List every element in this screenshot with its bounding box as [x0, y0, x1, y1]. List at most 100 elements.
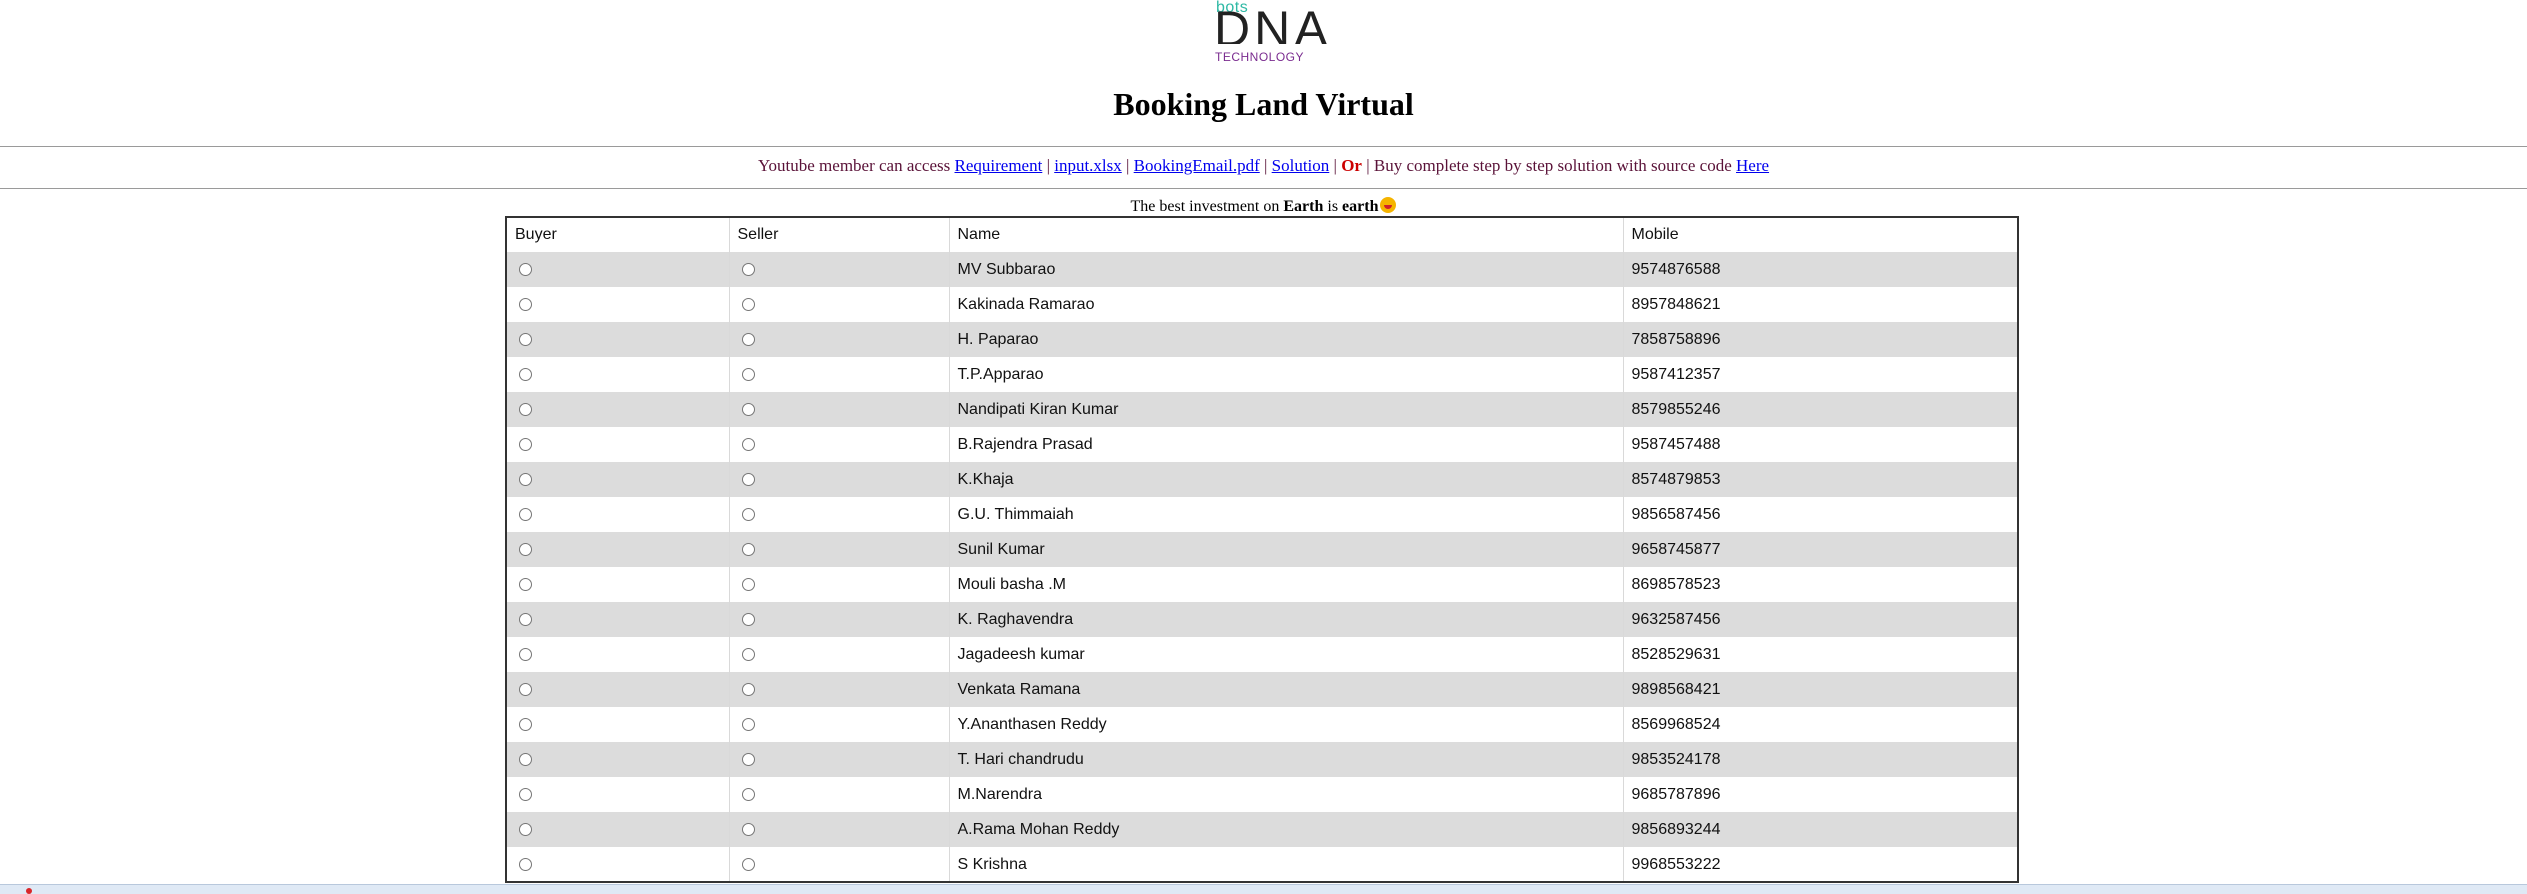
buyer-radio[interactable] [519, 717, 532, 731]
seller-radio[interactable] [741, 472, 755, 486]
table-row: T. Hari chandrudu 9853524178 [507, 742, 2017, 777]
seller-radio[interactable] [741, 297, 755, 311]
top-divider [0, 146, 2527, 147]
seller-cell [729, 742, 950, 777]
seller-radio[interactable] [741, 752, 755, 766]
input-xlsx-link[interactable]: input.xlsx [1054, 156, 1122, 175]
buyer-radio[interactable] [519, 612, 532, 626]
buyer-radio[interactable] [519, 262, 532, 276]
seller-radio[interactable] [741, 682, 755, 696]
buyer-radio[interactable] [519, 682, 532, 696]
seller-radio[interactable] [741, 822, 755, 836]
buyer-radio[interactable] [519, 402, 532, 416]
buyer-cell [507, 532, 730, 567]
seller-radio[interactable] [741, 542, 755, 556]
name-cell: K.Khaja [949, 462, 1624, 497]
seller-radio[interactable] [741, 332, 755, 346]
mobile-cell: 9587412357 [1631, 365, 1721, 383]
or-text: Or [1341, 156, 1362, 175]
buyer-radio[interactable] [519, 472, 532, 486]
seller-cell [729, 707, 950, 742]
buyer-column-header: Buyer [507, 218, 730, 252]
mobile-column-header: Mobile [1631, 226, 1679, 243]
table-row: Nandipati Kiran Kumar 8579855246 [507, 392, 2017, 427]
seller-radio[interactable] [741, 367, 755, 381]
buyer-radio[interactable] [519, 332, 532, 346]
seller-radio[interactable] [741, 507, 755, 521]
buyer-radio[interactable] [519, 857, 532, 871]
table-row: T.P.Apparao 9587412357 [507, 357, 2017, 392]
buyer-cell [507, 567, 730, 602]
buyer-radio[interactable] [519, 822, 532, 836]
buyer-cell [507, 637, 730, 672]
seller-radio[interactable] [741, 717, 755, 731]
mobile-cell: 8957848621 [1631, 295, 1721, 313]
mobile-cell: 9968553222 [1631, 855, 1721, 873]
mobile-cell: 9685787896 [1631, 785, 1721, 803]
table-row: Mouli basha .M 8698578523 [507, 567, 2017, 602]
buyer-radio[interactable] [519, 297, 532, 311]
buyer-radio[interactable] [519, 787, 532, 801]
booking-email-pdf-link[interactable]: BookingEmail.pdf [1134, 156, 1260, 175]
buyer-radio[interactable] [519, 437, 532, 451]
links-intro-text: Youtube member can access [757, 156, 951, 175]
seller-radio[interactable] [741, 857, 755, 871]
here-link[interactable]: Here [1736, 156, 1769, 175]
tagline-is: is [1327, 198, 1339, 215]
seller-cell [729, 392, 950, 427]
buyer-cell [507, 287, 730, 322]
mobile-cell: 9587457488 [1631, 435, 1721, 453]
buyer-radio[interactable] [519, 577, 532, 591]
logo-dna-text: DNA [1214, 4, 1332, 44]
resource-links-bar: Youtube member can access Requirement | … [0, 156, 2527, 176]
seller-radio[interactable] [741, 612, 755, 626]
tagline-text: The best investment on [1130, 198, 1280, 215]
buyer-radio[interactable] [519, 647, 532, 661]
buy-solution-text: Buy complete step by step solution with … [1373, 156, 1732, 175]
seller-radio[interactable] [741, 437, 755, 451]
mobile-cell: 8569968524 [1631, 715, 1721, 733]
seller-cell [729, 357, 950, 392]
table-row: Y.Ananthasen Reddy 8569968524 [507, 707, 2017, 742]
solution-link[interactable]: Solution [1272, 156, 1330, 175]
buyer-radio[interactable] [519, 542, 532, 556]
buyer-cell [507, 742, 730, 777]
booking-table: Buyer Seller Name Mobile MV Subbarao 9574… [507, 218, 2017, 881]
name-cell: S Krishna [949, 847, 1624, 881]
buyer-radio[interactable] [519, 367, 532, 381]
requirement-link[interactable]: Requirement [955, 156, 1043, 175]
tagline: The best investment on Earth is earth [0, 197, 2527, 216]
buyer-cell [507, 322, 730, 357]
link-separator: | [1046, 156, 1050, 175]
mobile-cell: 7858758896 [1631, 330, 1721, 348]
buyer-radio[interactable] [519, 752, 532, 766]
table-row: M.Narendra 9685787896 [507, 777, 2017, 812]
name-cell: H. Paparao [949, 322, 1624, 357]
brand-logo: bots DNA TECHNOLOGY [1214, 0, 1328, 66]
seller-cell [729, 812, 950, 847]
seller-radio[interactable] [741, 402, 755, 416]
mobile-cell: 8528529631 [1631, 645, 1721, 663]
buyer-cell [507, 392, 730, 427]
buyer-cell [507, 812, 730, 847]
name-cell: Nandipati Kiran Kumar [949, 392, 1624, 427]
seller-radio[interactable] [741, 577, 755, 591]
name-column-header: Name [949, 218, 1624, 252]
table-row: Sunil Kumar 9658745877 [507, 532, 2017, 567]
seller-cell [729, 252, 950, 287]
buyer-radio[interactable] [519, 507, 532, 521]
seller-cell [729, 777, 950, 812]
table-row: Jagadeesh kumar 8528529631 [507, 637, 2017, 672]
table-row: A.Rama Mohan Reddy 9856893244 [507, 812, 2017, 847]
table-row: MV Subbarao 9574876588 [507, 252, 2017, 287]
table-row: K. Raghavendra 9632587456 [507, 602, 2017, 637]
seller-radio[interactable] [741, 787, 755, 801]
seller-radio[interactable] [741, 262, 755, 276]
seller-cell [729, 847, 950, 881]
table-row: B.Rajendra Prasad 9587457488 [507, 427, 2017, 462]
page-title: Booking Land Virtual [1113, 86, 1414, 122]
table-row: Kakinada Ramarao 8957848621 [507, 287, 2017, 322]
seller-radio[interactable] [741, 647, 755, 661]
seller-column-header: Seller [729, 218, 950, 252]
table-row: H. Paparao 7858758896 [507, 322, 2017, 357]
